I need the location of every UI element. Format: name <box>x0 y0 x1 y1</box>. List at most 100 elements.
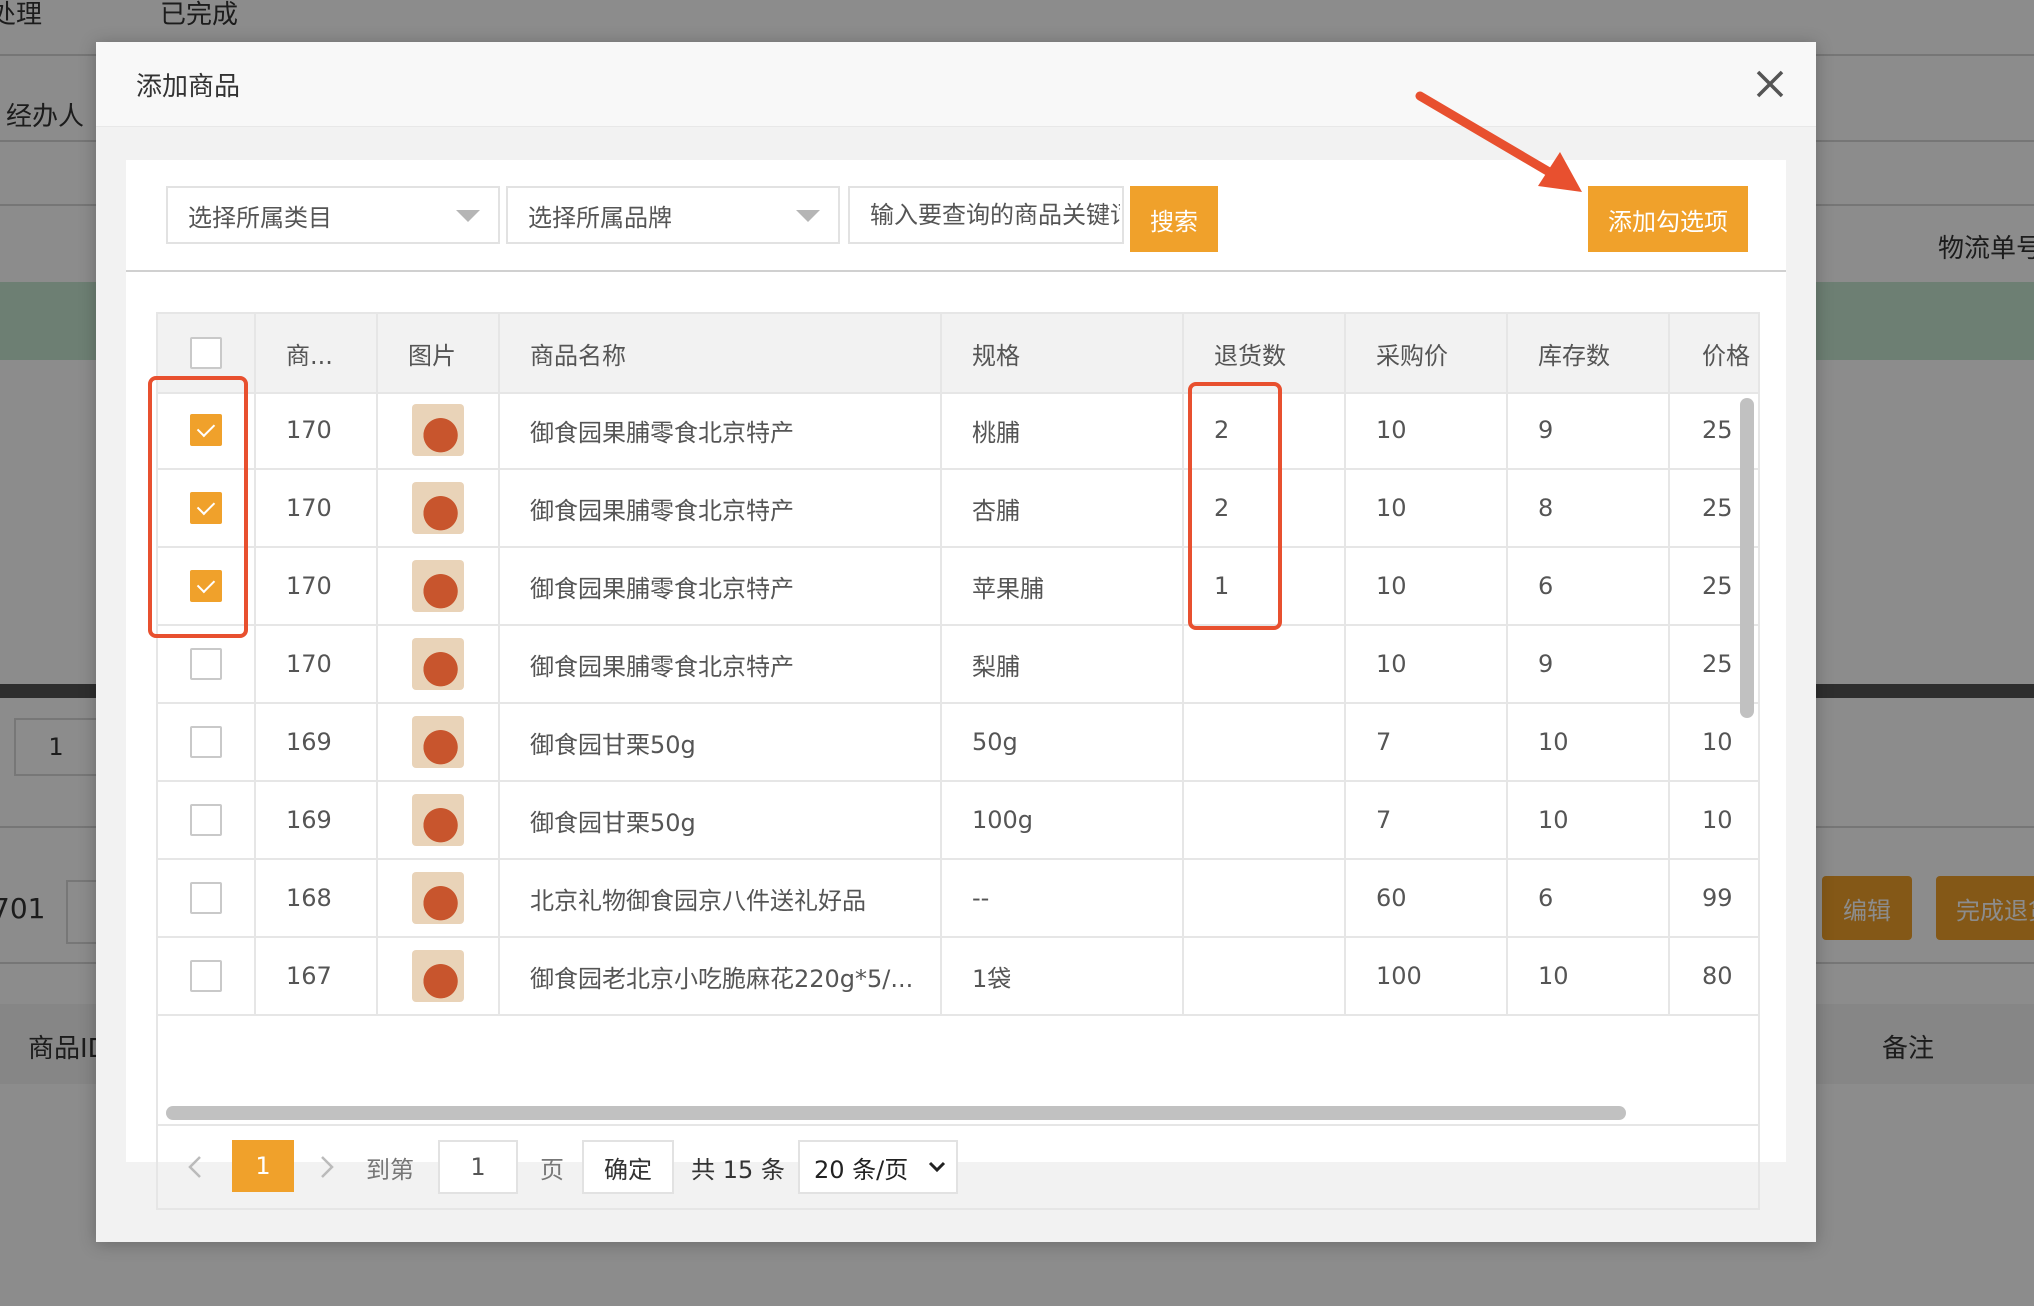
cell-product-name: 北京礼物御食园京八件送礼好品 <box>500 860 942 936</box>
cell-image <box>378 626 500 702</box>
chevron-down-icon <box>456 210 480 222</box>
cell-spec: -- <box>942 860 1184 936</box>
cell-image <box>378 470 500 546</box>
table-row[interactable]: 170 御食园果脯零食北京特产 梨脯 10 9 25 <box>158 626 1758 704</box>
header-product-name: 商品名称 <box>500 314 942 392</box>
prev-page-icon[interactable] <box>180 1142 210 1192</box>
cell-spec: 杏脯 <box>942 470 1184 546</box>
header-purchase-price: 采购价 <box>1346 314 1508 392</box>
annotation-arrow-icon <box>1415 91 1582 192</box>
keyword-search-input[interactable] <box>848 186 1124 244</box>
header-spec: 规格 <box>942 314 1184 392</box>
cell-product-name: 御食园果脯零食北京特产 <box>500 470 942 546</box>
category-select-label: 选择所属类目 <box>188 203 332 232</box>
row-checkbox[interactable] <box>190 648 222 680</box>
page-unit-label: 页 <box>540 1155 564 1184</box>
cell-stock: 8 <box>1508 470 1670 546</box>
cell-product-name: 御食园甘栗50g <box>500 782 942 858</box>
vertical-scrollbar[interactable] <box>1740 398 1754 718</box>
cell-image <box>378 782 500 858</box>
cell-return-qty[interactable] <box>1184 704 1346 780</box>
add-product-modal: 添加商品 选择所属类目 选择所属品牌 搜索 添加勾选项 <box>96 42 1816 1242</box>
cell-return-qty[interactable] <box>1184 860 1346 936</box>
table-row[interactable]: 169 御食园甘栗50g 100g 7 10 10 <box>158 782 1758 860</box>
row-select-cell <box>158 938 256 1014</box>
table-body: 170 御食园果脯零食北京特产 桃脯 2 10 9 25 170 御食园果脯零食北京特产 杏脯 2 1… <box>158 392 1758 1016</box>
cell-spec: 100g <box>942 782 1184 858</box>
cell-return-qty[interactable] <box>1184 626 1346 702</box>
annotation-return-qty-highlight <box>1188 382 1282 630</box>
category-select[interactable]: 选择所属类目 <box>166 186 500 244</box>
table-row[interactable]: 168 北京礼物御食园京八件送礼好品 -- 60 6 99 <box>158 860 1758 938</box>
modal-title: 添加商品 <box>136 72 241 102</box>
cell-purchase-price: 10 <box>1346 548 1508 624</box>
next-page-icon[interactable] <box>312 1142 342 1192</box>
cell-stock: 6 <box>1508 548 1670 624</box>
cell-purchase-price: 7 <box>1346 782 1508 858</box>
product-thumbnail-icon <box>412 482 464 534</box>
page-size-label: 20 条/页 <box>814 1155 909 1184</box>
cell-product-name: 御食园老北京小吃脆麻花220g*5/... <box>500 938 942 1014</box>
cell-return-qty[interactable] <box>1184 938 1346 1014</box>
page-1-button[interactable]: 1 <box>232 1140 294 1192</box>
cell-purchase-price: 10 <box>1346 626 1508 702</box>
cell-spec: 梨脯 <box>942 626 1184 702</box>
add-checked-button[interactable]: 添加勾选项 <box>1588 186 1748 252</box>
cell-price: 99 <box>1702 884 1733 912</box>
header-stock: 库存数 <box>1508 314 1670 392</box>
header-price: 价格 <box>1702 341 1750 370</box>
row-select-cell <box>158 860 256 936</box>
close-icon[interactable] <box>1750 64 1790 104</box>
table-row[interactable]: 170 御食园果脯零食北京特产 桃脯 2 10 9 25 <box>158 392 1758 470</box>
cell-product-id: 168 <box>256 860 378 936</box>
cell-spec: 50g <box>942 704 1184 780</box>
header-product-id[interactable]: 商... <box>256 314 378 392</box>
cell-product-id: 170 <box>256 470 378 546</box>
cell-return-qty[interactable] <box>1184 782 1346 858</box>
cell-product-name: 御食园甘栗50g <box>500 704 942 780</box>
table-row[interactable]: 170 御食园果脯零食北京特产 杏脯 2 10 8 25 <box>158 470 1758 548</box>
goto-confirm-button[interactable]: 确定 <box>582 1140 674 1194</box>
cell-stock: 10 <box>1508 938 1670 1014</box>
cell-product-id: 170 <box>256 392 378 468</box>
table-row[interactable]: 167 御食园老北京小吃脆麻花220g*5/... 1袋 100 10 80 <box>158 938 1758 1016</box>
cell-stock: 10 <box>1508 704 1670 780</box>
search-button[interactable]: 搜索 <box>1130 186 1218 252</box>
cell-price: 80 <box>1702 962 1733 990</box>
row-checkbox[interactable] <box>190 960 222 992</box>
chevron-down-icon <box>928 1161 946 1173</box>
pagination: 1 到第 1 页 确定 共 15 条 20 条/页 <box>156 1126 1760 1210</box>
cell-stock: 10 <box>1508 782 1670 858</box>
cell-purchase-price: 7 <box>1346 704 1508 780</box>
row-select-cell <box>158 782 256 858</box>
row-checkbox[interactable] <box>190 804 222 836</box>
cell-product-id: 169 <box>256 782 378 858</box>
page-size-select[interactable]: 20 条/页 <box>798 1140 958 1194</box>
row-checkbox[interactable] <box>190 882 222 914</box>
cell-purchase-price: 100 <box>1346 938 1508 1014</box>
goto-label: 到第 <box>366 1155 414 1184</box>
horizontal-scrollbar[interactable] <box>166 1106 1626 1120</box>
brand-select[interactable]: 选择所属品牌 <box>506 186 840 244</box>
cell-product-id: 167 <box>256 938 378 1014</box>
cell-price: 10 <box>1702 806 1733 834</box>
select-all-checkbox[interactable] <box>190 337 222 369</box>
cell-purchase-price: 60 <box>1346 860 1508 936</box>
cell-image <box>378 704 500 780</box>
row-checkbox[interactable] <box>190 726 222 758</box>
product-thumbnail-icon <box>412 638 464 690</box>
table-row[interactable]: 169 御食园甘栗50g 50g 7 10 10 <box>158 704 1758 782</box>
cell-product-name: 御食园果脯零食北京特产 <box>500 548 942 624</box>
cell-image <box>378 860 500 936</box>
cell-spec: 苹果脯 <box>942 548 1184 624</box>
header-return-qty: 退货数 <box>1184 314 1346 392</box>
product-panel: 选择所属类目 选择所属品牌 搜索 添加勾选项 商... 图片 商品名称 规格 退… <box>126 160 1786 1210</box>
table-row[interactable]: 170 御食园果脯零食北京特产 苹果脯 1 10 6 25 <box>158 548 1758 626</box>
cell-stock: 9 <box>1508 626 1670 702</box>
cell-product-id: 170 <box>256 548 378 624</box>
table-header: 商... 图片 商品名称 规格 退货数 采购价 库存数 价格 <box>158 314 1758 394</box>
cell-purchase-price: 10 <box>1346 392 1508 468</box>
goto-page-input[interactable]: 1 <box>438 1140 518 1194</box>
product-thumbnail-icon <box>412 560 464 612</box>
filter-divider <box>126 270 1786 272</box>
